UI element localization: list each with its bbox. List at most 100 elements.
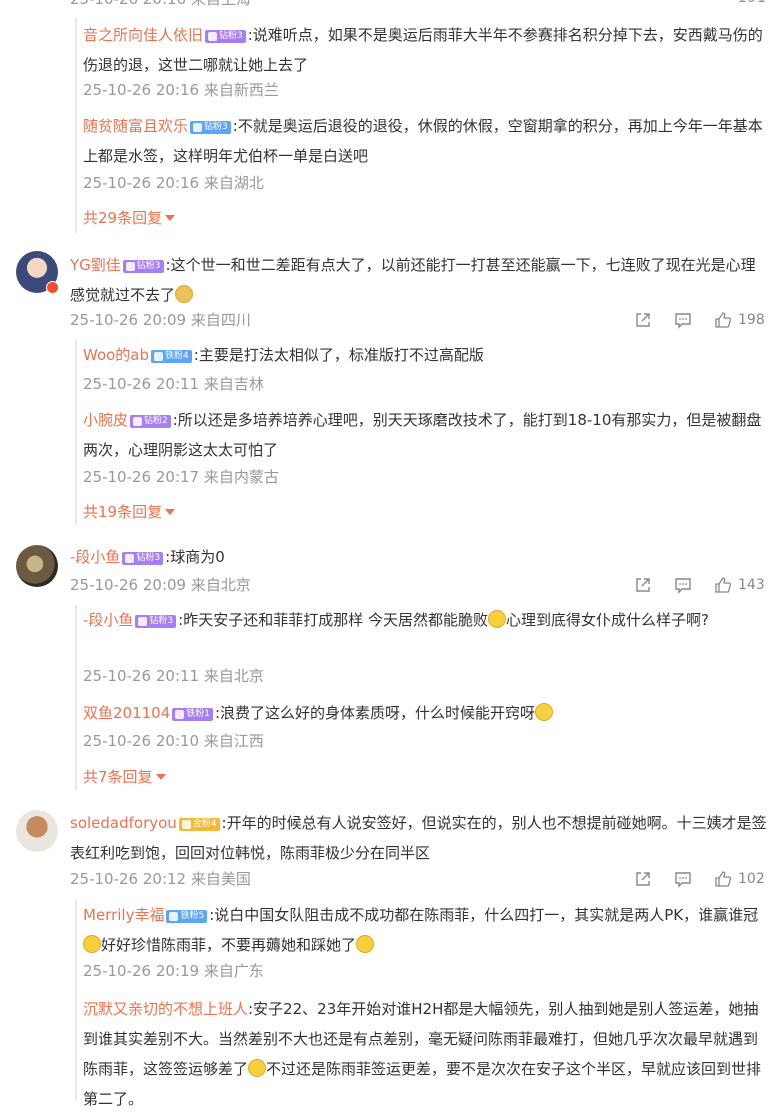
avatar[interactable] <box>16 545 58 587</box>
emoji-icon <box>535 703 554 721</box>
fan-badge[interactable]: 钻粉3 <box>135 615 177 628</box>
comment-item: -段小鱼 钻粉3:球商为0 <box>70 542 768 572</box>
reply-text: :主要是打法太相似了，标准版打不过高配版 <box>193 346 484 364</box>
reply-thread-line <box>75 605 77 790</box>
comment-item: soledadforyou 金粉4:开年的时候总有人说安签好，但说实在的，别人也不… <box>70 808 768 868</box>
reply-text-cont: 好好珍惜陈雨菲，不要再薅她和踩她了 <box>101 936 357 954</box>
reply-item: 音之所向佳人依旧 钻粉3:说难听点，如果不是奥运后雨菲大半年不参赛排名积分掉下去，… <box>83 20 768 80</box>
fan-badge[interactable]: 钻粉3 <box>205 30 246 43</box>
comment-button[interactable] <box>674 309 692 331</box>
fan-badge[interactable]: 金粉4 <box>178 818 220 831</box>
comment-item: YG劉佳 钻粉3:这个世一和世二差距有点大了，以前还能打一打甚至还能赢一下，七连败… <box>70 250 768 310</box>
like-button[interactable]: 198 <box>714 309 765 331</box>
comment-button[interactable] <box>674 868 692 890</box>
user-name-link[interactable]: Merrily幸福 <box>83 906 164 924</box>
fan-badge[interactable]: 钻粉3 <box>122 552 164 565</box>
more-replies-link[interactable]: 共29条回复 <box>83 208 176 228</box>
caret-down-icon <box>155 774 166 780</box>
reply-item: 沉默又亲切的不想上班人:安子22、23年开始对谁H2H都是大幅领先，别人抽到她是… <box>83 994 768 1114</box>
user-name-link[interactable]: -段小鱼 <box>70 548 120 566</box>
fan-badge[interactable]: 铁粉5 <box>166 910 208 923</box>
user-name-link[interactable]: Woo的ab <box>83 346 149 364</box>
like-count: 143 <box>738 577 765 593</box>
share-icon <box>636 313 650 327</box>
avatar[interactable] <box>16 810 58 852</box>
comment-button[interactable] <box>674 574 692 596</box>
like-count: 191 <box>737 0 766 6</box>
caret-down-icon <box>165 509 176 515</box>
reply-thread-line <box>75 18 77 233</box>
reply-text-cont: 心理到底得女仆成什么样子啊? <box>505 611 709 629</box>
cut-off-meta: 25-10-26 20:16 来自上海 191 <box>70 0 770 8</box>
reply-thread-line <box>75 340 77 525</box>
reply-meta: 25-10-26 20:16 来自湖北 <box>83 174 264 192</box>
more-replies-label: 共29条回复 <box>83 209 163 227</box>
comment-actions: 143 <box>630 574 768 596</box>
thumbs-up-icon <box>715 871 732 887</box>
user-name-link[interactable]: -段小鱼 <box>83 611 133 629</box>
like-count: 102 <box>738 871 765 887</box>
emoji-icon <box>83 935 101 953</box>
share-icon <box>636 578 650 592</box>
fan-badge[interactable]: 铁粉1 <box>172 708 213 721</box>
like-count: 198 <box>738 312 765 328</box>
emoji-icon <box>487 610 506 628</box>
fan-badge[interactable]: 钻粉3 <box>190 121 231 134</box>
verified-badge-icon <box>46 281 59 294</box>
reply-thread-line <box>75 900 77 1100</box>
share-button[interactable] <box>634 309 652 331</box>
comment-text: :这个世一和世二差距有点大了，以前还能打一打甚至还能赢一下，七连败了现在光是心理… <box>70 256 756 304</box>
reply-text: :所以还是多培养培养心理吧，别天天琢磨改技术了，能打到18-10有那实力，但是被… <box>83 411 762 459</box>
reply-meta: 25-10-26 20:11 来自吉林 <box>83 375 264 393</box>
comment-icon <box>675 578 691 594</box>
reply-item: Merrily幸福 铁粉5:说白中国女队阻击成不成功都在陈雨菲，什么四打一，其实就… <box>83 900 768 960</box>
reply-item: -段小鱼 钻粉3:昨天安子还和菲菲打成那样 今天居然都能脆败 心理到底得女仆成什么样… <box>83 605 768 635</box>
comment-actions: 198 <box>630 309 768 331</box>
comment-meta: 25-10-26 20:09 来自四川 <box>70 311 251 329</box>
user-name-link[interactable]: YG劉佳 <box>70 256 121 274</box>
user-name-link[interactable]: 随贫随富且欢乐 <box>83 117 188 135</box>
reply-meta: 25-10-26 20:16 来自新西兰 <box>83 81 279 99</box>
like-button[interactable]: 102 <box>714 868 765 890</box>
like-button[interactable]: 143 <box>714 574 765 596</box>
user-name-link[interactable]: 沉默又亲切的不想上班人 <box>83 1000 248 1018</box>
thumbs-up-icon <box>715 312 732 328</box>
reply-text: :说白中国女队阻击成不成功都在陈雨菲，什么四打一，其实就是两人PK，谁赢谁冠 <box>209 906 759 924</box>
comment-meta: 25-10-26 20:09 来自北京 <box>70 576 251 594</box>
reply-item: 双鱼201104 铁粉1:浪费了这么好的身体素质呀，什么时候能开窍呀 <box>83 698 768 728</box>
reply-text: :昨天安子还和菲菲打成那样 今天居然都能脆败 <box>178 611 488 629</box>
reply-meta: 25-10-26 20:17 来自内蒙古 <box>83 468 279 486</box>
share-button[interactable] <box>634 574 652 596</box>
more-replies-label: 共19条回复 <box>83 503 163 521</box>
more-replies-link[interactable]: 共19条回复 <box>83 502 176 522</box>
more-replies-label: 共7条回复 <box>83 768 153 786</box>
more-replies-link[interactable]: 共7条回复 <box>83 767 166 787</box>
comment-actions: 102 <box>630 868 768 890</box>
reply-item: 小腕皮 钻粉2:所以还是多培养培养心理吧，别天天琢磨改技术了，能打到18-10有那… <box>83 405 768 465</box>
user-name-link[interactable]: 小腕皮 <box>83 411 128 429</box>
caret-down-icon <box>165 215 176 221</box>
reply-item: Woo的ab 铁粉4:主要是打法太相似了，标准版打不过高配版 <box>83 340 768 370</box>
emoji-icon <box>356 935 375 953</box>
user-name-link[interactable]: soledadforyou <box>70 814 177 832</box>
share-button[interactable] <box>634 868 652 890</box>
reply-meta: 25-10-26 20:19 来自广东 <box>83 962 264 980</box>
comment-text: :球商为0 <box>165 548 225 566</box>
comment-timestamp: 25-10-26 20:16 来自上海 <box>70 0 251 8</box>
fan-badge[interactable]: 钻粉2 <box>130 415 171 428</box>
fan-badge[interactable]: 钻粉3 <box>122 260 164 273</box>
reply-text: :浪费了这么好的身体素质呀，什么时候能开窍呀 <box>215 704 536 722</box>
comment-icon <box>675 872 691 888</box>
reply-meta: 25-10-26 20:10 来自江西 <box>83 732 264 750</box>
comment-icon <box>675 313 691 329</box>
reply-meta: 25-10-26 20:11 来自北京 <box>83 667 264 685</box>
comment-meta: 25-10-26 20:12 来自美国 <box>70 870 251 888</box>
user-name-link[interactable]: 音之所向佳人依旧 <box>83 26 203 44</box>
reply-item: 随贫随富且欢乐 钻粉3:不就是奥运后退役的退役，休假的休假，空窗期拿的积分，再加上… <box>83 111 768 171</box>
fan-badge[interactable]: 铁粉4 <box>151 350 192 363</box>
user-name-link[interactable]: 双鱼201104 <box>83 704 170 722</box>
emoji-icon <box>248 1059 267 1077</box>
weibo-comments-page: 25-10-26 20:16 来自上海 191 音之所向佳人依旧钻粉3:说难听点… <box>0 0 770 1108</box>
emoji-icon <box>175 285 194 303</box>
thumbs-up-icon <box>715 577 732 593</box>
